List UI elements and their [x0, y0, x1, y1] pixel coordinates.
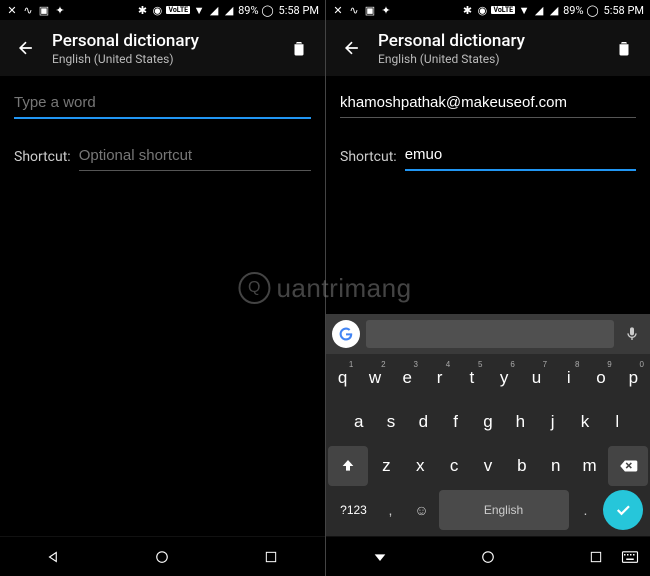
- nav-recents[interactable]: [582, 543, 610, 571]
- word-input[interactable]: [14, 88, 311, 119]
- clock: 5:58 PM: [279, 4, 319, 17]
- key-u[interactable]: u7: [522, 358, 551, 398]
- key-x[interactable]: x: [405, 446, 436, 486]
- comma-key[interactable]: ,: [377, 490, 405, 530]
- enter-key[interactable]: [603, 490, 643, 530]
- phone-left: ✕ ∿ ▣ ✦ ✱ ◉ VoLTE ▼ ◢ ◢ 89% ◯ 5:58 PM: [0, 0, 325, 576]
- key-i[interactable]: i8: [554, 358, 583, 398]
- wifi-icon: ▼: [518, 4, 530, 16]
- keyboard: q1w2e3r4t5y6u7i8o9p0 asdfghjkl zxcvbnm ?…: [326, 314, 650, 536]
- key-w[interactable]: w2: [360, 358, 389, 398]
- key-o[interactable]: o9: [586, 358, 615, 398]
- backspace-key[interactable]: [608, 446, 648, 486]
- bluetooth-icon: ✱: [461, 4, 473, 16]
- battery-icon: ◯: [587, 4, 599, 16]
- volte-badge: VoLTE: [166, 6, 190, 14]
- keyboard-toggle-icon[interactable]: [618, 545, 642, 569]
- key-k[interactable]: k: [570, 402, 599, 442]
- nav-bar: [326, 536, 650, 576]
- volte-badge: VoLTE: [491, 6, 515, 14]
- key-m[interactable]: m: [574, 446, 605, 486]
- period-key[interactable]: .: [572, 490, 600, 530]
- shortcut-input[interactable]: [405, 140, 636, 171]
- nav-home[interactable]: [474, 543, 502, 571]
- page-subtitle: English (United States): [52, 52, 285, 66]
- do-not-disturb-icon: ✕: [332, 4, 344, 16]
- emoji-key[interactable]: ☺: [408, 490, 436, 530]
- back-button[interactable]: [12, 34, 40, 62]
- sync-icon: ∿: [22, 4, 34, 16]
- page-title: Personal dictionary: [378, 31, 610, 51]
- nav-back-keyboard[interactable]: [366, 543, 394, 571]
- location-icon: ◉: [476, 4, 488, 16]
- key-y[interactable]: y6: [490, 358, 519, 398]
- battery-percent: 89%: [563, 4, 583, 17]
- key-z[interactable]: z: [371, 446, 402, 486]
- shift-key[interactable]: [328, 446, 368, 486]
- do-not-disturb-icon: ✕: [6, 4, 18, 16]
- loop-icon: ✦: [380, 4, 392, 16]
- shortcut-label: Shortcut:: [340, 149, 397, 171]
- signal-icon: ◢: [208, 4, 220, 16]
- key-j[interactable]: j: [538, 402, 567, 442]
- image-icon: ▣: [38, 4, 50, 16]
- shortcut-label: Shortcut:: [14, 149, 71, 171]
- key-p[interactable]: p0: [619, 358, 648, 398]
- key-q[interactable]: q1: [328, 358, 357, 398]
- page-title: Personal dictionary: [52, 31, 285, 51]
- space-key[interactable]: English: [439, 490, 569, 530]
- status-bar: ✕ ∿ ▣ ✦ ✱ ◉ VoLTE ▼ ◢ ◢ 89% ◯ 5:58 PM: [0, 0, 325, 20]
- key-b[interactable]: b: [506, 446, 537, 486]
- back-button[interactable]: [338, 34, 366, 62]
- key-l[interactable]: l: [603, 402, 632, 442]
- shortcut-input[interactable]: [79, 141, 311, 171]
- key-f[interactable]: f: [441, 402, 470, 442]
- bluetooth-icon: ✱: [136, 4, 148, 16]
- key-g[interactable]: g: [473, 402, 502, 442]
- location-icon: ◉: [151, 4, 163, 16]
- signal-icon-2: ◢: [223, 4, 235, 16]
- delete-button[interactable]: [610, 34, 638, 62]
- loop-icon: ✦: [54, 4, 66, 16]
- content-area: Shortcut:: [0, 76, 325, 536]
- key-r[interactable]: r4: [425, 358, 454, 398]
- page-subtitle: English (United States): [378, 52, 610, 66]
- app-bar: Personal dictionary English (United Stat…: [326, 20, 650, 76]
- key-a[interactable]: a: [344, 402, 373, 442]
- image-icon: ▣: [364, 4, 376, 16]
- delete-button[interactable]: [285, 34, 313, 62]
- key-e[interactable]: e3: [393, 358, 422, 398]
- battery-percent: 89%: [238, 4, 258, 17]
- phone-right: ✕ ∿ ▣ ✦ ✱ ◉ VoLTE ▼ ◢ ◢ 89% ◯ 5:58 PM: [325, 0, 650, 576]
- clock: 5:58 PM: [604, 4, 644, 17]
- signal-icon: ◢: [533, 4, 545, 16]
- signal-icon-2: ◢: [548, 4, 560, 16]
- key-t[interactable]: t5: [457, 358, 486, 398]
- word-input[interactable]: [340, 88, 636, 118]
- nav-bar: [0, 536, 325, 576]
- key-n[interactable]: n: [540, 446, 571, 486]
- suggestion-input[interactable]: [366, 320, 614, 348]
- key-d[interactable]: d: [409, 402, 438, 442]
- key-c[interactable]: c: [439, 446, 470, 486]
- sync-icon: ∿: [348, 4, 360, 16]
- content-area: Shortcut:: [326, 76, 650, 183]
- battery-icon: ◯: [262, 4, 274, 16]
- key-h[interactable]: h: [506, 402, 535, 442]
- wifi-icon: ▼: [193, 4, 205, 16]
- nav-recents[interactable]: [257, 543, 285, 571]
- symbols-key[interactable]: ?123: [334, 490, 374, 530]
- nav-home[interactable]: [148, 543, 176, 571]
- key-s[interactable]: s: [376, 402, 405, 442]
- app-bar: Personal dictionary English (United Stat…: [0, 20, 325, 76]
- key-v[interactable]: v: [473, 446, 504, 486]
- mic-icon[interactable]: [620, 322, 644, 346]
- google-icon[interactable]: [332, 320, 360, 348]
- suggestion-bar: [326, 314, 650, 354]
- nav-back[interactable]: [40, 543, 68, 571]
- status-bar: ✕ ∿ ▣ ✦ ✱ ◉ VoLTE ▼ ◢ ◢ 89% ◯ 5:58 PM: [326, 0, 650, 20]
